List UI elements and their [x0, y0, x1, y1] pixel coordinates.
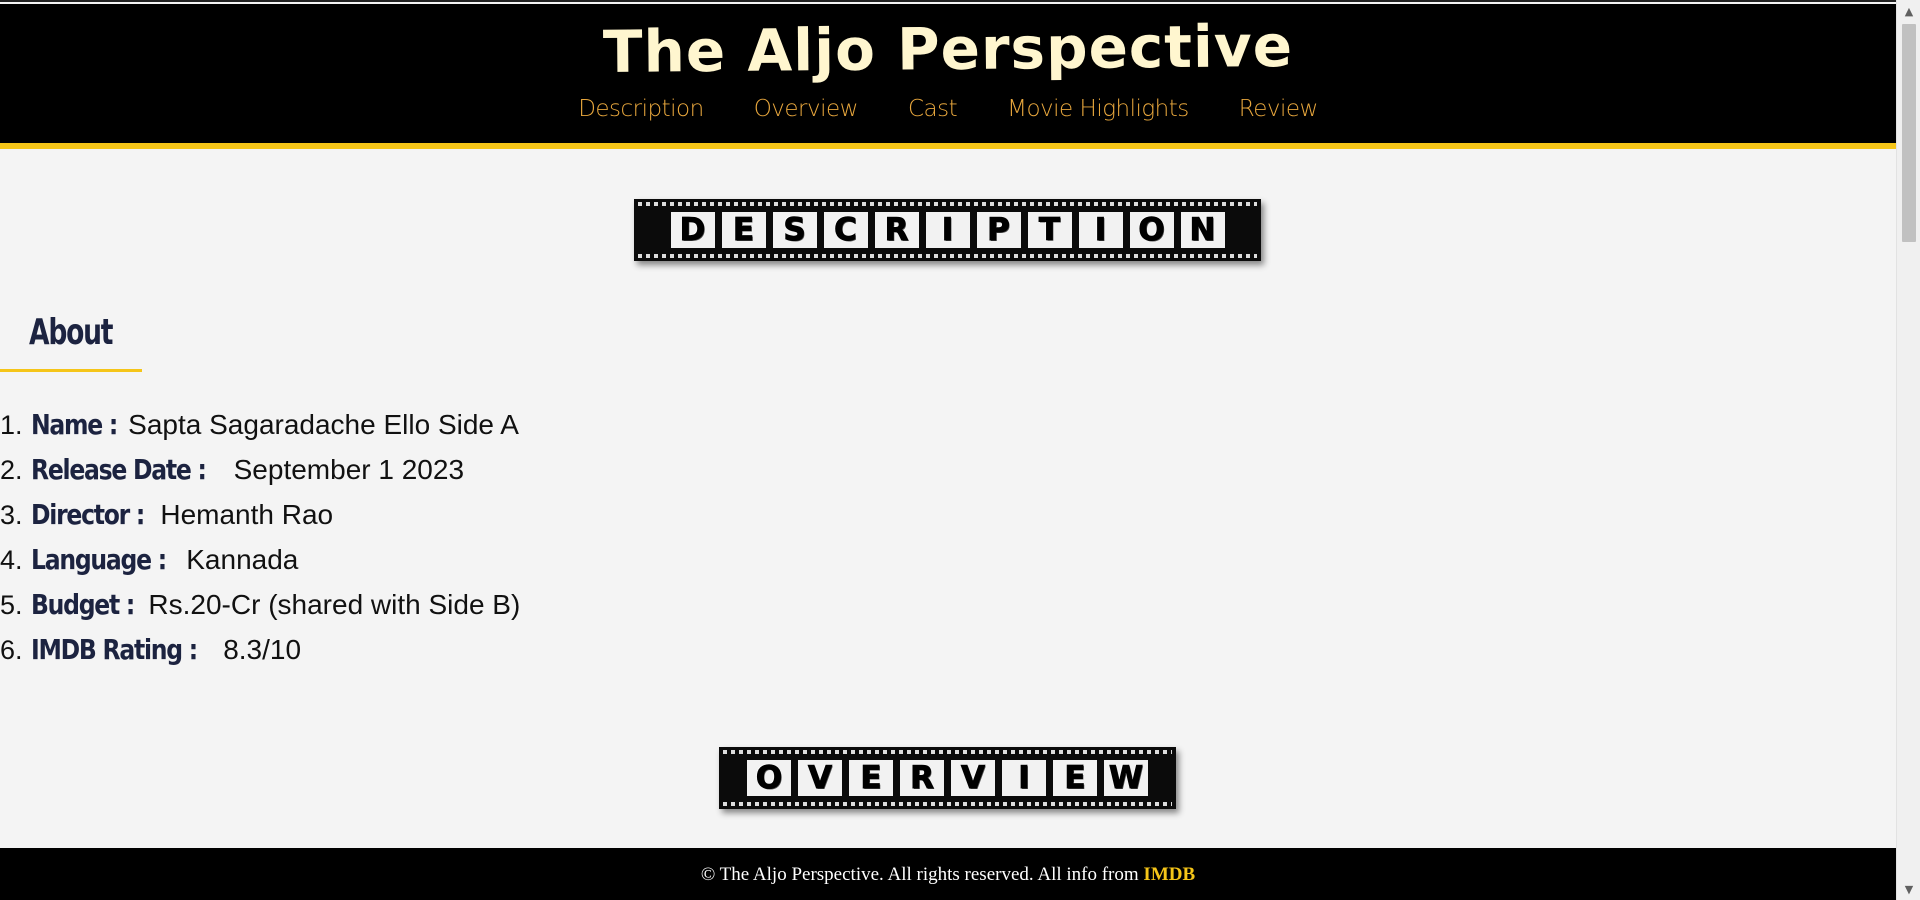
description-letter: C [834, 212, 858, 249]
nav-link-cast[interactable]: Cast [908, 96, 958, 122]
overview-letter: E [860, 760, 882, 797]
info-label: Director : [31, 498, 145, 531]
info-value: Kannada [186, 544, 299, 575]
overview-letter: O [755, 760, 783, 797]
overview-letter: I [1018, 760, 1031, 797]
description-letter: P [987, 212, 1011, 249]
description-letter-tile: I [925, 212, 970, 249]
nav-item-cast: Cast [908, 96, 958, 122]
footer-text: © The Aljo Perspective. All rights reser… [700, 864, 1139, 885]
description-letter-tile: O [1129, 212, 1174, 249]
description-letter: D [679, 212, 706, 249]
list-number: 4. [0, 545, 23, 575]
description-letter: E [732, 212, 755, 249]
info-value: 8.3/10 [223, 634, 302, 665]
overview-letter-tile: E [849, 760, 893, 797]
description-letter-tile: R [874, 212, 919, 249]
scroll-down-icon[interactable]: ▼ [1897, 880, 1920, 900]
site-footer: © The Aljo Perspective. All rights reser… [0, 848, 1896, 900]
vertical-scrollbar[interactable]: ▲ ▼ [1896, 0, 1920, 900]
description-letter-tile: C [823, 212, 868, 249]
nav-link-movie-highlights[interactable]: Movie Highlights [1007, 96, 1189, 122]
main-nav: Description Overview Cast Movie Highligh… [0, 96, 1896, 122]
info-item-name: 1. Name : Sapta Sagaradache Ello Side A [0, 402, 520, 447]
description-letter-tile: N [1180, 212, 1225, 249]
description-letter: T [1038, 212, 1061, 249]
description-letter: I [941, 212, 954, 249]
description-letter: I [1094, 212, 1107, 249]
footer-imdb-link[interactable]: IMDB [1143, 864, 1195, 885]
description-letter-tile: P [976, 212, 1021, 249]
list-number: 5. [0, 590, 23, 620]
info-label: Release Date : [31, 453, 207, 486]
overview-letter: E [1064, 760, 1086, 797]
info-value: September 1 2023 [233, 454, 465, 485]
info-item-language: 4. Language : Kannada [0, 537, 520, 582]
description-letter-tile: T [1027, 212, 1072, 249]
info-item-director: 3. Director : Hemanth Rao [0, 492, 520, 537]
description-letter-tile: E [721, 212, 766, 249]
overview-letter-tile: R [900, 760, 944, 797]
overview-letter-tile: O [747, 760, 791, 797]
info-item-imdb-rating: 6. IMDB Rating : 8.3/10 [0, 627, 520, 672]
description-letter-tile: D [670, 212, 715, 249]
about-heading: About [0, 310, 142, 372]
page-viewport: The Aljo Perspective Description Overvie… [0, 0, 1896, 900]
nav-item-description: Description [578, 96, 704, 122]
overview-letter: R [910, 760, 935, 797]
movie-info-list: 1. Name : Sapta Sagaradache Ello Side A … [0, 402, 520, 672]
list-number: 6. [0, 635, 23, 665]
description-letter: S [783, 212, 806, 249]
info-item-release-date: 2. Release Date : September 1 2023 [0, 447, 520, 492]
overview-letter-tile: V [798, 760, 842, 797]
nav-item-overview: Overview [754, 96, 859, 122]
scroll-up-icon[interactable]: ▲ [1897, 2, 1920, 22]
info-label: Budget : [31, 588, 135, 621]
overview-section-heading: OVERVIEW [719, 747, 1176, 809]
info-value: Sapta Sagaradache Ello Side A [128, 409, 519, 440]
description-letter: O [1138, 212, 1165, 249]
description-letter-tile: I [1078, 212, 1123, 249]
scrollbar-thumb[interactable] [1902, 24, 1916, 242]
overview-letter: V [961, 760, 986, 797]
list-number: 3. [0, 500, 23, 530]
info-label: Language : [31, 543, 167, 576]
description-letter-tile: S [772, 212, 817, 249]
info-value: Hemanth Rao [160, 499, 334, 530]
overview-letter: W [1108, 760, 1144, 797]
description-letter: R [884, 212, 909, 249]
description-section-heading: DESCRIPTION [634, 199, 1261, 261]
list-number: 1. [0, 410, 23, 440]
overview-letter-tile: W [1104, 760, 1148, 797]
info-label: Name : [31, 408, 118, 441]
info-label: IMDB Rating : [31, 633, 198, 666]
overview-letter-tile: I [1002, 760, 1046, 797]
nav-item-review: Review [1239, 96, 1319, 122]
info-value: Rs.20-Cr (shared with Side B) [148, 589, 521, 620]
overview-letter-tile: E [1053, 760, 1097, 797]
site-title: The Aljo Perspective [602, 11, 1294, 87]
list-number: 2. [0, 455, 23, 485]
site-header: The Aljo Perspective Description Overvie… [0, 4, 1896, 149]
info-item-budget: 5. Budget : Rs.20-Cr (shared with Side B… [0, 582, 520, 627]
overview-letter: V [808, 760, 833, 797]
nav-link-review[interactable]: Review [1239, 96, 1319, 122]
description-letter: N [1189, 212, 1216, 249]
nav-link-description[interactable]: Description [578, 96, 704, 122]
nav-link-overview[interactable]: Overview [754, 96, 859, 122]
nav-item-movie-highlights: Movie Highlights [1007, 96, 1189, 122]
about-heading-text: About [29, 312, 114, 353]
overview-letter-tile: V [951, 760, 995, 797]
